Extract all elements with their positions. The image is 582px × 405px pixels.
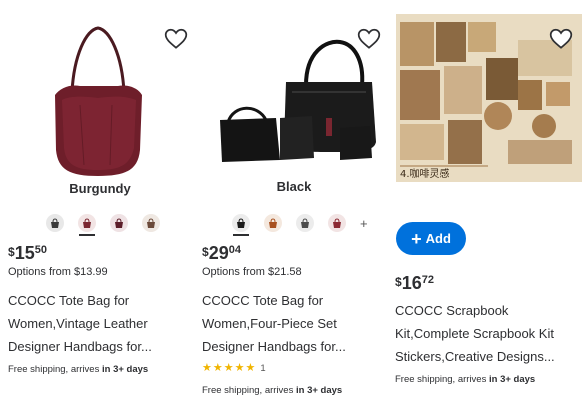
product-card-scrapbook-kit[interactable]: 4.咖啡灵感 $1672 CCOCC Scrapbook Kit,Complet… xyxy=(388,0,582,405)
swatch-red[interactable] xyxy=(328,214,346,232)
heart-outline-icon[interactable] xyxy=(548,26,574,52)
more-swatches-button[interactable]: + xyxy=(360,216,368,231)
burgundy-tote-bag-image xyxy=(55,26,142,176)
product-title[interactable]: CCOCC Tote Bag for Women,Vintage Leather… xyxy=(8,289,188,358)
options-from-price: Options from $21.58 xyxy=(202,266,302,278)
swatch-wine[interactable] xyxy=(110,214,128,232)
title-line: Designer Handbags for... xyxy=(202,339,346,354)
title-line: CCOCC Tote Bag for xyxy=(202,293,324,308)
heart-outline-icon[interactable] xyxy=(163,26,189,52)
rating-stars[interactable]: ★ ★ ★ ★ ★ 1 xyxy=(202,362,266,375)
title-line: CCOCC Tote Bag for xyxy=(8,293,130,308)
scrapbook-caption: 4.咖啡灵感 xyxy=(400,167,450,180)
add-button-label: Add xyxy=(425,231,451,246)
color-swatches: + xyxy=(232,214,368,236)
product-card-burgundy-tote[interactable]: Burgundy $1550 Options from $13.99 CCOCC… xyxy=(0,0,190,405)
price: $2904 xyxy=(202,243,241,263)
options-from-price: Options from $13.99 xyxy=(8,266,108,278)
swatch-burgundy[interactable] xyxy=(78,214,96,236)
shipping-info: Free shipping, arrives in 3+ days xyxy=(395,374,536,385)
title-line: Kit,Complete Scrapbook Kit xyxy=(395,326,554,341)
price: $1550 xyxy=(8,243,47,263)
review-count: 1 xyxy=(260,363,266,374)
star-icon: ★ xyxy=(245,362,256,374)
star-icon: ★ xyxy=(223,362,234,374)
swatch-black[interactable] xyxy=(46,214,64,232)
variant-label: Black xyxy=(276,179,312,194)
price: $1672 xyxy=(395,273,434,293)
title-line: CCOCC Scrapbook xyxy=(395,303,509,318)
swatch-black[interactable] xyxy=(232,214,250,236)
product-title[interactable]: CCOCC Scrapbook Kit,Complete Scrapbook K… xyxy=(395,299,582,368)
shipping-info: Free shipping, arrives in 3+ days xyxy=(202,385,343,396)
product-image[interactable] xyxy=(0,0,190,206)
swatch-brown[interactable] xyxy=(264,214,282,232)
star-icon: ★ xyxy=(202,362,212,374)
heart-outline-icon[interactable] xyxy=(356,26,382,52)
title-line: Stickers,Creative Designs... xyxy=(395,349,555,364)
shipping-info: Free shipping, arrives in 3+ days xyxy=(8,364,149,375)
product-title[interactable]: CCOCC Tote Bag for Women,Four-Piece Set … xyxy=(202,289,382,358)
title-line: Women,Four-Piece Set xyxy=(202,316,337,331)
title-line: Designer Handbags for... xyxy=(8,339,152,354)
star-icon: ★ xyxy=(234,362,245,374)
swatch-brown[interactable] xyxy=(142,214,160,232)
swatch-gray[interactable] xyxy=(296,214,314,232)
star-icon: ★ xyxy=(212,362,223,374)
color-swatches xyxy=(46,214,160,236)
add-to-cart-button[interactable]: + Add xyxy=(396,222,466,255)
plus-icon: + xyxy=(411,228,422,249)
variant-label: Burgundy xyxy=(69,181,131,196)
product-card-black-bag-set[interactable]: Black + $2904 Options from $21.58 CCOCC … xyxy=(194,0,384,405)
title-line: Women,Vintage Leather xyxy=(8,316,148,331)
